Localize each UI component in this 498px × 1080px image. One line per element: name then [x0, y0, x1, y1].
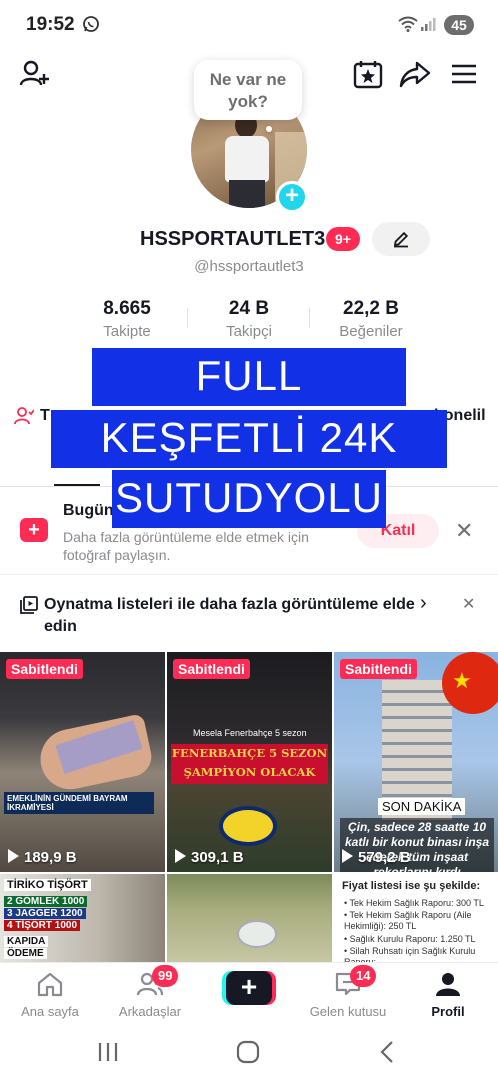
home-icon [37, 972, 63, 997]
plus-icon: + [226, 971, 272, 1005]
playlist-banner[interactable]: Oynatma listeleri ile daha fazla görüntü… [0, 590, 498, 640]
video-6-item-4: • Silah Ruhsatı için Sağlık Kurulu Rapor… [344, 946, 476, 962]
add-friend-icon[interactable] [18, 58, 50, 90]
video-thumbnail-1[interactable]: EMEKLİNİN GÜNDEMİ BAYRAM İKRAMİYESİ Sabi… [0, 652, 165, 872]
pinned-badge: Sabitlendi [173, 659, 250, 679]
status-bar: 19:52 45 [0, 0, 498, 48]
video-4-line-6: ÖDEME [4, 948, 47, 959]
fenerbahce-logo [219, 806, 277, 846]
edit-profile-button[interactable] [372, 222, 430, 256]
video-6-heading: Fiyat listesi ise şu şekilde: [342, 880, 481, 892]
overlay-line-2: KEŞFETLİ 24K LIVE [51, 410, 447, 517]
wifi-icon [398, 16, 418, 32]
stat-likes-label: Beğeniler [339, 323, 403, 340]
video-2-subtitle: Mesela Fenerbahçe 5 sezon [193, 728, 307, 738]
pinned-badge: Sabitlendi [6, 659, 83, 679]
user-handle: @hssportautlet3 [194, 258, 304, 275]
pinned-badge: Sabitlendi [340, 659, 417, 679]
battery-indicator: 45 [444, 15, 474, 35]
whatsapp-icon [83, 16, 99, 32]
status-time: 19:52 [26, 14, 75, 35]
friends-badge: 99 [152, 965, 179, 987]
pencil-icon [393, 231, 409, 248]
video-grid: EMEKLİNİN GÜNDEMİ BAYRAM İKRAMİYESİ Sabi… [0, 652, 498, 962]
video-4-line-4: 4 TİŞÖRT 1000 [4, 920, 81, 931]
overlay-line-1: FULL ORGANİK [92, 348, 406, 455]
view-count: 189,9 B [8, 849, 77, 866]
video-4-line-5: KAPIDA [4, 936, 49, 947]
profile-stats: 8.665 Takipte 24 B Takipçi 22,2 B Beğeni… [0, 298, 498, 344]
user-follow-icon [14, 407, 34, 425]
breaking-news-label: SON DAKİKA [378, 798, 466, 815]
stat-followers-value: 24 B [228, 298, 270, 319]
stat-followers[interactable]: 24 B Takipçi [189, 298, 309, 340]
bio-text-left: T [40, 407, 50, 424]
video-4-line-3: 3 JAGGER 1200 [4, 908, 86, 919]
video-6-item-1: • Tek Hekim Sağlık Raporu: 300 TL [344, 898, 484, 908]
nav-profile[interactable]: Profil [398, 971, 498, 1019]
stat-followers-label: Takipçi [226, 323, 272, 340]
promo-title: Bugün [63, 502, 114, 519]
nav-home[interactable]: Ana sayfa [0, 971, 100, 1019]
video-4-line-2: 2 GÖMLEK 1000 [4, 896, 88, 907]
notification-badge[interactable]: 9+ [326, 227, 360, 251]
close-playlist-icon[interactable]: ✕ [462, 594, 475, 614]
video-thumbnail-4[interactable]: TİRİKO TİŞÖRT 2 GÖMLEK 1000 3 JAGGER 120… [0, 874, 165, 962]
nav-inbox-label: Gelen kutusu [309, 1004, 387, 1019]
stat-following-label: Takipte [103, 323, 151, 340]
nav-profile-label: Profil [431, 1004, 465, 1019]
stat-following[interactable]: 8.665 Takipte [67, 298, 187, 340]
home-button-icon[interactable] [228, 1038, 268, 1066]
stat-likes-value: 22,2 B [343, 298, 399, 319]
stat-likes[interactable]: 22,2 B Beğeniler [311, 298, 431, 340]
nav-friends[interactable]: Arkadaşlar 99 [100, 965, 200, 1019]
inbox-badge: 14 [350, 965, 377, 987]
video-6-item-2: • Tek Hekim Sağlık Raporu (Aile Hekimliğ… [344, 910, 472, 931]
video-1-caption: EMEKLİNİN GÜNDEMİ BAYRAM İKRAMİYESİ [4, 792, 154, 814]
video-thumbnail-5[interactable] [167, 874, 332, 962]
menu-icon[interactable] [448, 58, 480, 90]
video-thumbnail-6[interactable]: Fiyat listesi ise şu şekilde: • Tek Heki… [334, 874, 498, 962]
back-icon[interactable] [368, 1038, 408, 1066]
video-2-banner: FENERBAHÇE 5 SEZON ŞAMPİYON OLACAK [171, 744, 328, 784]
nav-friends-label: Arkadaşlar [118, 1004, 182, 1019]
video-4-line-1: TİRİKO TİŞÖRT [4, 879, 91, 891]
overlay-line-3: SUTUDYOLU [112, 470, 386, 528]
divider [0, 574, 498, 575]
nav-home-label: Ana sayfa [21, 1004, 79, 1019]
nav-inbox[interactable]: Gelen kutusu 14 [298, 965, 398, 1019]
view-count: 309,1 B [175, 849, 244, 866]
video-6-item-3: • Sağlık Kurulu Raporu: 1.250 TL [344, 934, 476, 944]
create-button[interactable]: + [222, 971, 276, 1005]
play-icon [342, 849, 353, 863]
promo-description: Daha fazla görüntüleme elde etmek için f… [63, 529, 309, 563]
view-count: 579,2 B [342, 849, 411, 866]
system-navigation-bar [0, 1024, 498, 1080]
play-icon [8, 849, 19, 863]
calendar-star-icon[interactable] [352, 58, 384, 90]
photo-plus-icon: + [20, 518, 48, 542]
add-story-plus-icon[interactable]: + [276, 181, 308, 213]
bubble-tail [266, 126, 272, 132]
profile-icon [436, 973, 460, 996]
video-thumbnail-2[interactable]: Mesela Fenerbahçe 5 sezon FENERBAHÇE 5 S… [167, 652, 332, 872]
stat-following-value: 8.665 [103, 298, 151, 319]
bottom-navigation: Ana sayfa Arkadaşlar 99 + Gelen kutusu 1… [0, 962, 498, 1024]
video-thumbnail-3[interactable]: ★ SON DAKİKA Çin, sadece 28 saatte 10 ka… [334, 652, 498, 872]
chevron-right-icon[interactable]: › [420, 592, 427, 615]
recent-apps-icon[interactable] [88, 1038, 128, 1066]
play-icon [175, 849, 186, 863]
share-icon[interactable] [399, 58, 431, 90]
status-bubble[interactable]: Ne var ne yok? [194, 60, 302, 120]
username: HSSPORTAUTLET3 [140, 228, 326, 250]
close-promo-icon[interactable]: ✕ [455, 518, 473, 544]
playlist-text: Oynatma listeleri ile daha fazla görüntü… [44, 596, 415, 635]
playlist-icon [20, 596, 38, 614]
signal-icon [421, 18, 436, 31]
